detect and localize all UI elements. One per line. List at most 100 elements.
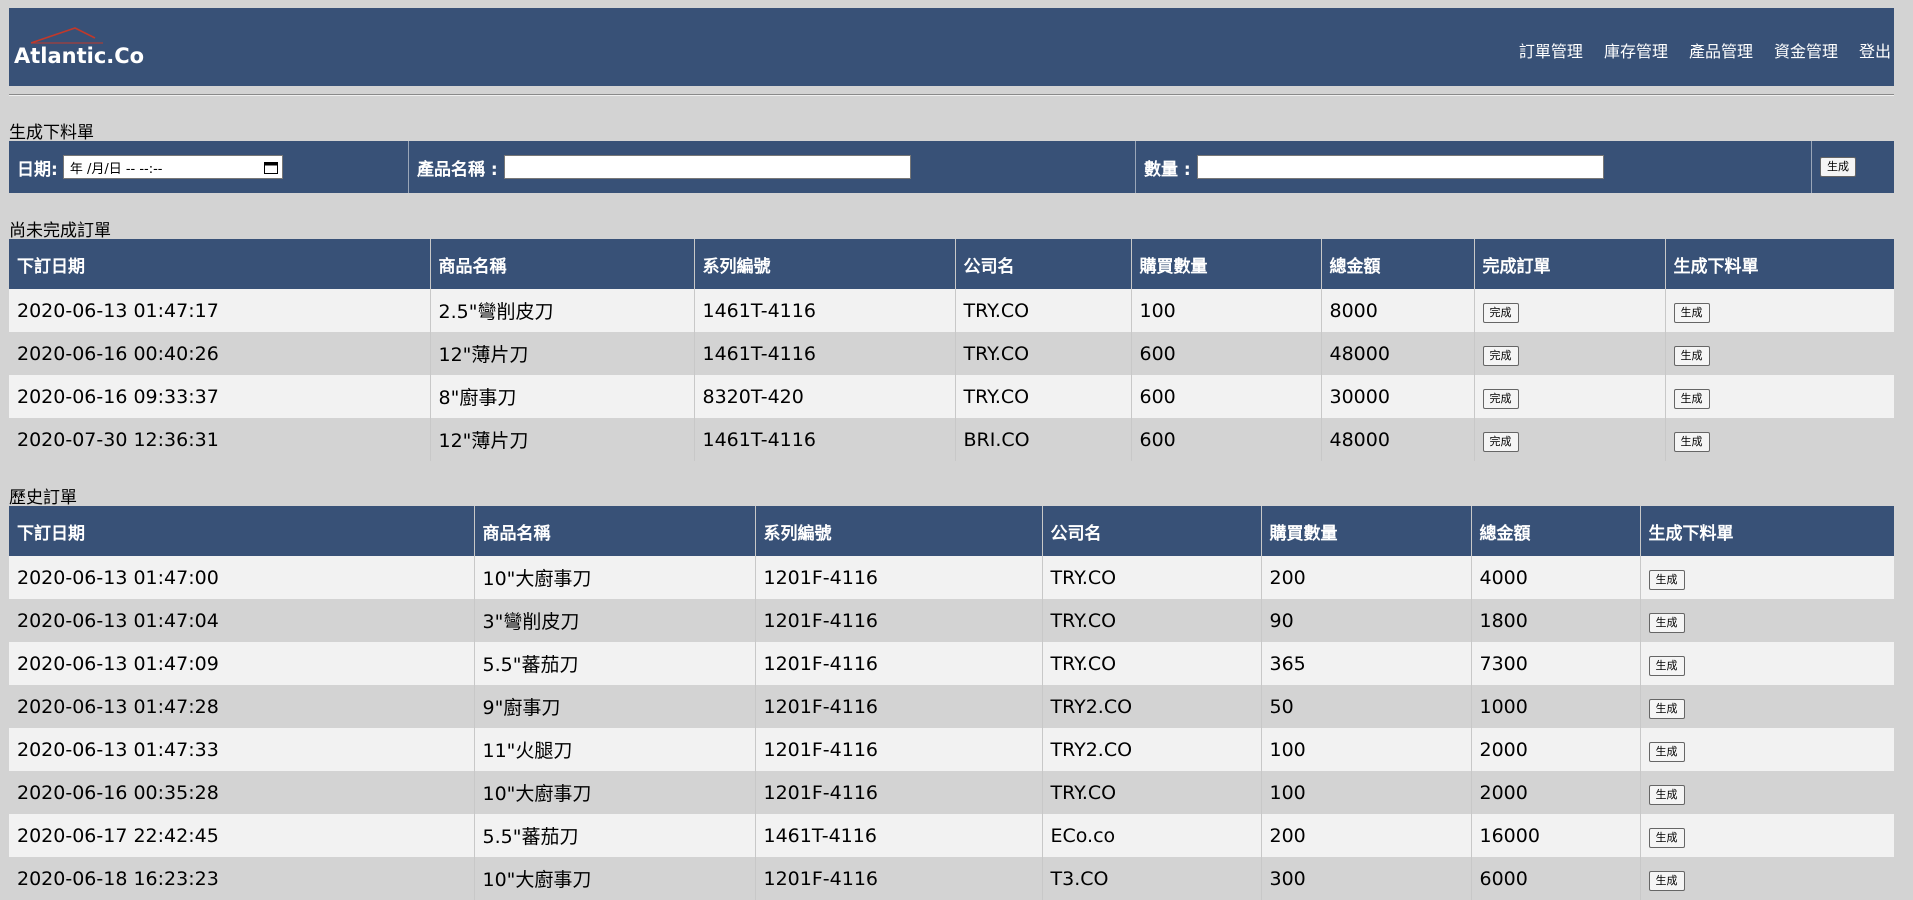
pending-header-row: 下訂日期 商品名稱 系列編號 公司名 購買數量 總金額 完成訂單 生成下料單 (9, 239, 1894, 289)
quantity: 300 (1261, 857, 1472, 900)
total: 1800 (1471, 599, 1641, 642)
generate-cell: 生成 (1665, 418, 1894, 461)
complete-button[interactable]: 完成 (1482, 302, 1519, 323)
pending-orders-table: 下訂日期 商品名稱 系列編號 公司名 購買數量 總金額 完成訂單 生成下料單 2… (9, 239, 1894, 461)
total: 30000 (1321, 375, 1475, 418)
table-row: 2020-06-13 01:47:09 5.5"蕃茄刀 1201F-4116 T… (9, 642, 1894, 685)
col-generate: 生成下料單 (1640, 506, 1894, 556)
generate-cell: 生成 (1665, 332, 1894, 375)
page-scrollbar[interactable] (1898, 0, 1913, 888)
generate-button[interactable]: 生成 (1648, 827, 1685, 848)
table-row: 2020-06-13 01:47:04 3"彎削皮刀 1201F-4116 TR… (9, 599, 1894, 642)
series-no: 1201F-4116 (755, 556, 1043, 599)
col-company: 公司名 (955, 239, 1132, 289)
complete-button[interactable]: 完成 (1482, 388, 1519, 409)
order-date: 2020-07-30 12:36:31 (9, 418, 431, 461)
total: 2000 (1471, 728, 1641, 771)
product-name: 12"薄片刀 (430, 418, 695, 461)
company: TRY.CO (1042, 771, 1262, 814)
nav-inventory[interactable]: 庫存管理 (1604, 38, 1668, 62)
generate-cell: 生成 (1640, 685, 1894, 728)
product-name: 5.5"蕃茄刀 (474, 814, 756, 857)
date-input[interactable]: 年 /月/日 -- --:-- (62, 155, 283, 179)
table-row: 2020-06-13 01:47:00 10"大廚事刀 1201F-4116 T… (9, 556, 1894, 599)
create-form-bar: 日期: 年 /月/日 -- --:-- 產品名稱 : 數量 : 生成 (9, 141, 1894, 193)
generate-button[interactable]: 生成 (1673, 431, 1710, 452)
quantity-input[interactable] (1196, 155, 1604, 179)
generate-cell: 生成 (1640, 728, 1894, 771)
product-name: 12"薄片刀 (430, 332, 695, 375)
quantity: 600 (1131, 375, 1322, 418)
series-no: 1201F-4116 (755, 642, 1043, 685)
product-cell: 產品名稱 : (409, 141, 1136, 193)
history-orders-table: 下訂日期 商品名稱 系列編號 公司名 購買數量 總金額 生成下料單 2020-0… (9, 506, 1894, 900)
col-total: 總金額 (1471, 506, 1641, 556)
nav-logout[interactable]: 登出 (1859, 38, 1891, 62)
order-date: 2020-06-13 01:47:33 (9, 728, 475, 771)
generate-button[interactable]: 生成 (1648, 569, 1685, 590)
qty-label: 數量 : (1144, 159, 1191, 180)
product-name: 3"彎削皮刀 (474, 599, 756, 642)
product-name: 5.5"蕃茄刀 (474, 642, 756, 685)
col-company: 公司名 (1042, 506, 1262, 556)
product-name: 10"大廚事刀 (474, 857, 756, 900)
table-row: 2020-06-17 22:42:45 5.5"蕃茄刀 1461T-4116 E… (9, 814, 1894, 857)
total: 7300 (1471, 642, 1641, 685)
generate-button[interactable]: 生成 (1648, 698, 1685, 719)
quantity: 600 (1131, 332, 1322, 375)
order-date: 2020-06-16 00:40:26 (9, 332, 431, 375)
brand-logo[interactable]: Atlantic.Co (14, 44, 144, 68)
generate-button[interactable]: 生成 (1648, 655, 1685, 676)
pending-title: 尚未完成訂單 (9, 221, 111, 241)
complete-button[interactable]: 完成 (1482, 345, 1519, 366)
total: 2000 (1471, 771, 1641, 814)
generate-button[interactable]: 生成 (1648, 784, 1685, 805)
series-no: 1461T-4116 (694, 418, 956, 461)
table-row: 2020-06-13 01:47:17 2.5"彎削皮刀 1461T-4116 … (9, 289, 1894, 332)
product-name-input[interactable] (503, 155, 911, 179)
history-header-row: 下訂日期 商品名稱 系列編號 公司名 購買數量 總金額 生成下料單 (9, 506, 1894, 556)
create-form-title: 生成下料單 (9, 123, 94, 143)
date-placeholder: 年 /月/日 -- --:-- (69, 161, 163, 177)
history-title: 歷史訂單 (9, 488, 77, 508)
order-date: 2020-06-13 01:47:09 (9, 642, 475, 685)
series-no: 1461T-4116 (694, 332, 956, 375)
table-row: 2020-06-16 00:40:26 12"薄片刀 1461T-4116 TR… (9, 332, 1894, 375)
generate-button[interactable]: 生成 (1673, 302, 1710, 323)
generate-button[interactable]: 生成 (1673, 388, 1710, 409)
company: BRI.CO (955, 418, 1132, 461)
table-row: 2020-06-13 01:47:28 9"廚事刀 1201F-4116 TRY… (9, 685, 1894, 728)
date-cell: 日期: 年 /月/日 -- --:-- (9, 141, 409, 193)
complete-cell: 完成 (1474, 418, 1666, 461)
generate-button[interactable]: 生成 (1648, 612, 1685, 633)
quantity: 600 (1131, 418, 1322, 461)
series-no: 1201F-4116 (755, 599, 1043, 642)
company: TRY.CO (955, 289, 1132, 332)
table-row: 2020-07-30 12:36:31 12"薄片刀 1461T-4116 BR… (9, 418, 1894, 461)
generate-cell: 生成 (1640, 556, 1894, 599)
nav-products[interactable]: 產品管理 (1689, 38, 1753, 62)
calendar-icon[interactable] (263, 161, 278, 174)
generate-submit-button[interactable]: 生成 (1820, 157, 1856, 177)
col-product-name: 商品名稱 (430, 239, 695, 289)
complete-cell: 完成 (1474, 375, 1666, 418)
product-label: 產品名稱 : (417, 159, 498, 180)
col-total: 總金額 (1321, 239, 1475, 289)
complete-cell: 完成 (1474, 332, 1666, 375)
company: TRY.CO (1042, 556, 1262, 599)
generate-cell: 生成 (1640, 599, 1894, 642)
total: 8000 (1321, 289, 1475, 332)
col-quantity: 購買數量 (1131, 239, 1322, 289)
generate-cell: 生成 (1640, 771, 1894, 814)
product-name: 2.5"彎削皮刀 (430, 289, 695, 332)
col-series-no: 系列編號 (755, 506, 1043, 556)
generate-button[interactable]: 生成 (1673, 345, 1710, 366)
table-row: 2020-06-16 00:35:28 10"大廚事刀 1201F-4116 T… (9, 771, 1894, 814)
product-name: 10"大廚事刀 (474, 771, 756, 814)
complete-button[interactable]: 完成 (1482, 431, 1519, 452)
nav-orders[interactable]: 訂單管理 (1519, 38, 1583, 62)
col-series-no: 系列編號 (694, 239, 956, 289)
nav-finance[interactable]: 資金管理 (1774, 38, 1838, 62)
generate-button[interactable]: 生成 (1648, 741, 1685, 762)
quantity: 200 (1261, 814, 1472, 857)
